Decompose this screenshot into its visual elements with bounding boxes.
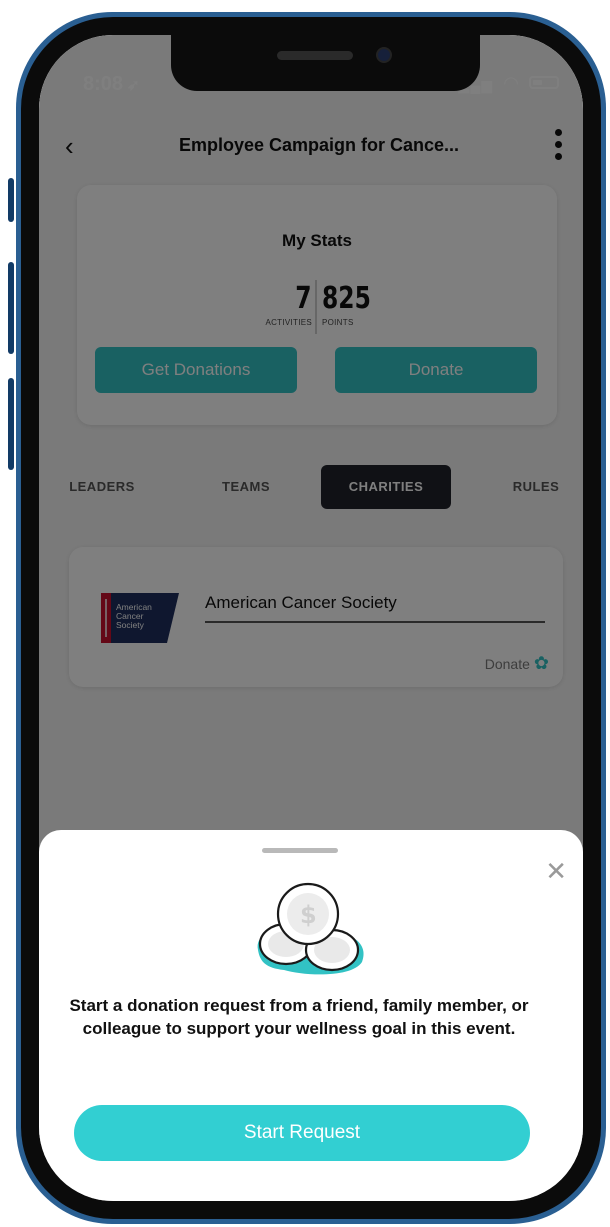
phone-side-button-volume-down <box>8 378 14 470</box>
phone-bezel: 8:08➶ ▂▄▆ ◠ ‹ Employee Campaign for Canc… <box>21 17 601 1219</box>
coins-illustration: $ <box>244 870 374 980</box>
donation-request-sheet: ✕ $ Start a donation request from a frie… <box>39 830 583 1201</box>
sheet-grabber[interactable] <box>262 848 338 853</box>
phone-frame: 8:08➶ ▂▄▆ ◠ ‹ Employee Campaign for Canc… <box>16 12 606 1224</box>
front-camera <box>376 47 392 63</box>
phone-side-button-volume-up <box>8 262 14 354</box>
speaker-grille <box>277 51 353 60</box>
phone-side-button-mute <box>8 178 14 222</box>
start-request-button[interactable]: Start Request <box>74 1105 530 1161</box>
phone-screen: 8:08➶ ▂▄▆ ◠ ‹ Employee Campaign for Canc… <box>39 35 583 1201</box>
phone-notch <box>171 35 480 91</box>
close-icon[interactable]: ✕ <box>545 856 567 887</box>
svg-text:$: $ <box>300 901 317 929</box>
donation-request-message: Start a donation request from a friend, … <box>69 996 529 1038</box>
